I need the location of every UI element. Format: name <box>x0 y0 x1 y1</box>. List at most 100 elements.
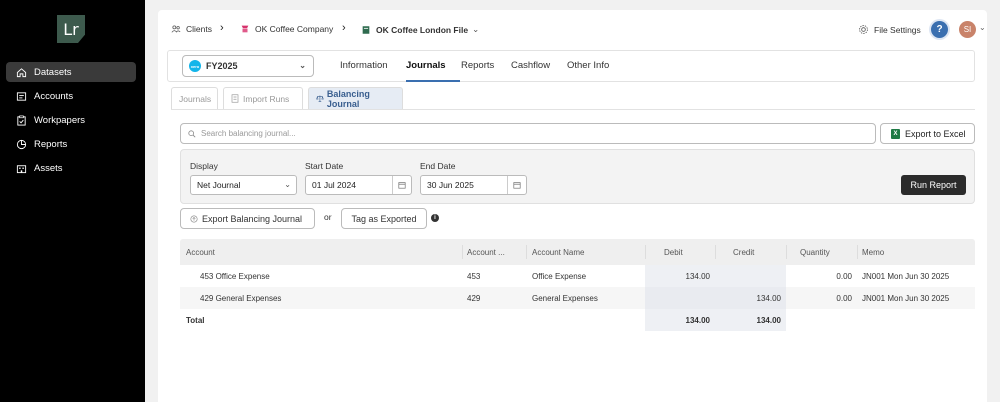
search-icon <box>188 129 196 137</box>
end-date-field[interactable]: 30 Jun 2025 <box>420 175 527 195</box>
breadcrumb-clients[interactable]: Clients <box>171 24 212 34</box>
journal-table: Account Account ... Account Name Debit C… <box>180 239 975 331</box>
sidebar-item-label: Reports <box>34 139 68 151</box>
sidebar-item-label: Assets <box>34 163 63 175</box>
home-icon <box>16 67 27 77</box>
sidebar-item-assets[interactable]: Assets <box>6 159 136 179</box>
cell-credit: 134.00 <box>756 294 781 303</box>
column-divider <box>786 245 787 259</box>
total-debit: 134.00 <box>685 316 710 325</box>
sidebar-item-workpapers[interactable]: Workpapers <box>6 110 136 130</box>
calendar-icon[interactable] <box>392 176 411 194</box>
sidebar-item-label: Workpapers <box>34 114 86 126</box>
tab-information[interactable]: Information <box>340 60 388 71</box>
display-select[interactable]: Net Journal ⌄ <box>190 175 297 195</box>
column-divider <box>462 245 463 259</box>
cell-account-name: General Expenses <box>532 294 598 303</box>
active-tab-indicator <box>406 80 460 82</box>
chevron-right-icon: › <box>220 22 224 34</box>
excel-icon: X <box>891 128 900 139</box>
start-date-field[interactable]: 01 Jul 2024 <box>305 175 412 195</box>
chevron-down-icon: ⌄ <box>284 180 291 189</box>
table-total-row: Total 134.00 134.00 <box>180 309 975 331</box>
info-icon[interactable]: i <box>431 214 439 222</box>
help-button[interactable]: ? <box>931 21 948 38</box>
column-divider <box>857 245 858 259</box>
start-date-label: Start Date <box>305 161 344 171</box>
breadcrumb: Clients › OK Coffee Company › OK Coffee … <box>158 10 987 50</box>
upload-icon <box>190 214 198 223</box>
subtab-balancing-journal[interactable]: Balancing Journal <box>308 87 403 109</box>
building-icon <box>16 165 27 174</box>
column-header-memo[interactable]: Memo <box>862 248 884 257</box>
cell-quantity: 0.00 <box>836 294 852 303</box>
cell-quantity: 0.00 <box>836 272 852 281</box>
sidebar-item-reports[interactable]: Reports <box>6 135 136 155</box>
column-header-quantity[interactable]: Quantity <box>800 248 830 257</box>
tab-bar: xero FY2025 ⌄ Information Journals Repor… <box>167 50 975 82</box>
tab-journals[interactable]: Journals <box>406 60 446 71</box>
cell-account-code: 429 <box>467 294 481 303</box>
table-header: Account Account ... Account Name Debit C… <box>180 239 975 265</box>
tab-other-info[interactable]: Other Info <box>567 60 609 71</box>
chevron-down-icon[interactable]: ⌄ <box>979 23 986 32</box>
report-filters: Display Net Journal ⌄ Start Date 01 Jul … <box>180 149 975 204</box>
cell-memo: JN001 Mon Jun 30 2025 <box>862 294 950 303</box>
column-divider <box>526 245 527 259</box>
cell-account: 453 Office Expense <box>200 272 270 281</box>
run-report-button[interactable]: Run Report <box>901 175 966 195</box>
breadcrumb-company[interactable]: OK Coffee Company <box>240 24 333 34</box>
gear-icon <box>859 25 868 34</box>
main-panel: Clients › OK Coffee Company › OK Coffee … <box>158 10 987 402</box>
sidebar-item-accounts[interactable]: Accounts <box>6 86 136 106</box>
column-header-account[interactable]: Account <box>186 248 215 257</box>
file-settings-button[interactable]: File Settings <box>858 24 921 35</box>
export-excel-button[interactable]: X Export to Excel <box>880 123 975 144</box>
total-label: Total <box>186 316 205 325</box>
app-logo[interactable]: Lr <box>57 15 85 43</box>
search-input[interactable]: Search balancing journal... <box>180 123 876 144</box>
export-balancing-journal-button[interactable]: Export Balancing Journal <box>180 208 315 229</box>
pie-chart-icon <box>16 139 27 150</box>
xero-icon: xero <box>189 60 201 72</box>
cell-memo: JN001 Mon Jun 30 2025 <box>862 272 950 281</box>
subtab-journals[interactable]: Journals <box>171 87 218 109</box>
cell-debit: 134.00 <box>685 272 710 281</box>
table-row[interactable]: 429 General Expenses 429 General Expense… <box>180 287 975 309</box>
subtab-import-runs[interactable]: Import Runs <box>223 87 303 109</box>
company-icon <box>241 25 249 33</box>
cell-account: 429 General Expenses <box>200 294 282 303</box>
sidebar: Lr Datasets Accounts Workpapers Reports … <box>0 0 145 402</box>
sidebar-item-datasets[interactable]: Datasets <box>6 62 136 82</box>
column-header-credit[interactable]: Credit <box>733 248 754 257</box>
divider <box>171 109 975 110</box>
display-label: Display <box>190 161 218 171</box>
calendar-icon[interactable] <box>507 176 526 194</box>
period-select[interactable]: xero FY2025 ⌄ <box>182 55 314 77</box>
table-row[interactable]: 453 Office Expense 453 Office Expense 13… <box>180 265 975 287</box>
avatar[interactable]: SI <box>959 21 976 38</box>
column-header-debit[interactable]: Debit <box>664 248 683 257</box>
document-icon <box>231 94 239 103</box>
sidebar-nav: Datasets Accounts Workpapers Reports Ass… <box>6 62 136 183</box>
cell-account-name: Office Expense <box>532 272 587 281</box>
clipboard-icon <box>17 115 26 126</box>
chevron-down-icon: ⌄ <box>299 61 306 70</box>
column-divider <box>645 245 646 259</box>
column-header-account-name[interactable]: Account Name <box>532 248 584 257</box>
breadcrumb-file[interactable]: OK Coffee London File ⌄ <box>361 24 479 35</box>
tag-as-exported-button[interactable]: Tag as Exported <box>341 208 427 229</box>
tab-reports[interactable]: Reports <box>461 60 494 71</box>
end-date-label: End Date <box>420 161 456 171</box>
scale-icon <box>316 95 324 102</box>
users-icon <box>171 25 181 33</box>
column-header-account-code[interactable]: Account ... <box>467 248 505 257</box>
sidebar-item-label: Datasets <box>34 66 72 78</box>
chevron-right-icon: › <box>342 22 346 34</box>
column-divider <box>715 245 716 259</box>
tab-cashflow[interactable]: Cashflow <box>511 60 550 71</box>
total-credit: 134.00 <box>756 316 781 325</box>
cell-account-code: 453 <box>467 272 481 281</box>
ledger-icon <box>16 92 27 101</box>
file-icon <box>362 25 370 34</box>
